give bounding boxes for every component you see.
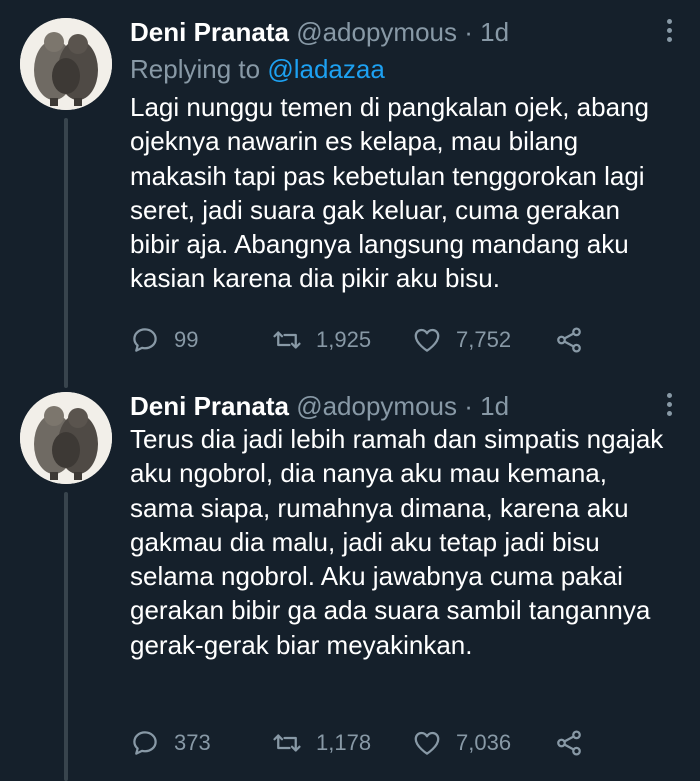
retweet-button[interactable]: 1,925	[272, 320, 371, 360]
tweet-actions: 99 1,925 7,752	[130, 320, 600, 360]
avatar[interactable]	[20, 18, 112, 110]
avatar-image	[20, 18, 112, 110]
retweet-icon	[273, 734, 301, 752]
meta-separator: ·	[464, 391, 473, 421]
replying-to: Replying to @ladazaa	[130, 50, 385, 88]
tweet[interactable]: Deni Pranata @adopymous · 1d Replying to…	[0, 12, 700, 372]
like-button[interactable]: 7,036	[412, 723, 511, 763]
like-icon	[414, 328, 440, 352]
retweet-icon	[273, 331, 301, 349]
retweet-button[interactable]: 1,178	[272, 723, 371, 763]
retweet-count: 1,925	[316, 327, 372, 352]
avatar-image	[20, 392, 112, 484]
tweet[interactable]: Deni Pranata @adopymous · 1d Terus dia j…	[0, 386, 700, 781]
display-name[interactable]: Deni Pranata	[130, 391, 289, 421]
reply-icon	[133, 731, 157, 755]
like-icon	[414, 731, 440, 755]
like-count: 7,036	[456, 730, 512, 755]
like-count: 7,752	[456, 327, 512, 352]
timestamp[interactable]: 1d	[480, 17, 509, 47]
user-handle[interactable]: @adopymous	[296, 391, 457, 421]
more-icon[interactable]	[664, 16, 674, 46]
reply-icon	[133, 328, 157, 352]
more-icon[interactable]	[664, 390, 674, 420]
share-button[interactable]	[554, 320, 598, 360]
meta-separator: ·	[464, 17, 473, 47]
share-icon	[557, 730, 581, 756]
user-handle[interactable]: @adopymous	[296, 17, 457, 47]
timestamp[interactable]: 1d	[480, 391, 509, 421]
share-button[interactable]	[554, 723, 598, 763]
reply-button[interactable]: 373	[130, 723, 211, 763]
tweet-actions: 373 1,178 7,036	[130, 723, 600, 763]
replying-prefix: Replying to	[130, 54, 261, 84]
like-button[interactable]: 7,752	[412, 320, 511, 360]
reply-count: 373	[174, 730, 211, 755]
tweet-header: Deni Pranata @adopymous · 1d	[130, 12, 509, 52]
replying-handle-link[interactable]: @ladazaa	[267, 54, 384, 84]
tweet-header: Deni Pranata @adopymous · 1d	[130, 386, 509, 426]
reply-count: 99	[174, 327, 199, 352]
retweet-count: 1,178	[316, 730, 372, 755]
tweet-text: Terus dia jadi lebih ramah dan simpatis …	[130, 424, 664, 660]
share-icon	[557, 327, 581, 353]
avatar[interactable]	[20, 392, 112, 484]
tweet-text: Lagi nunggu temen di pangkalan ojek, aba…	[130, 92, 649, 294]
display-name[interactable]: Deni Pranata	[130, 17, 289, 47]
reply-button[interactable]: 99	[130, 320, 198, 360]
